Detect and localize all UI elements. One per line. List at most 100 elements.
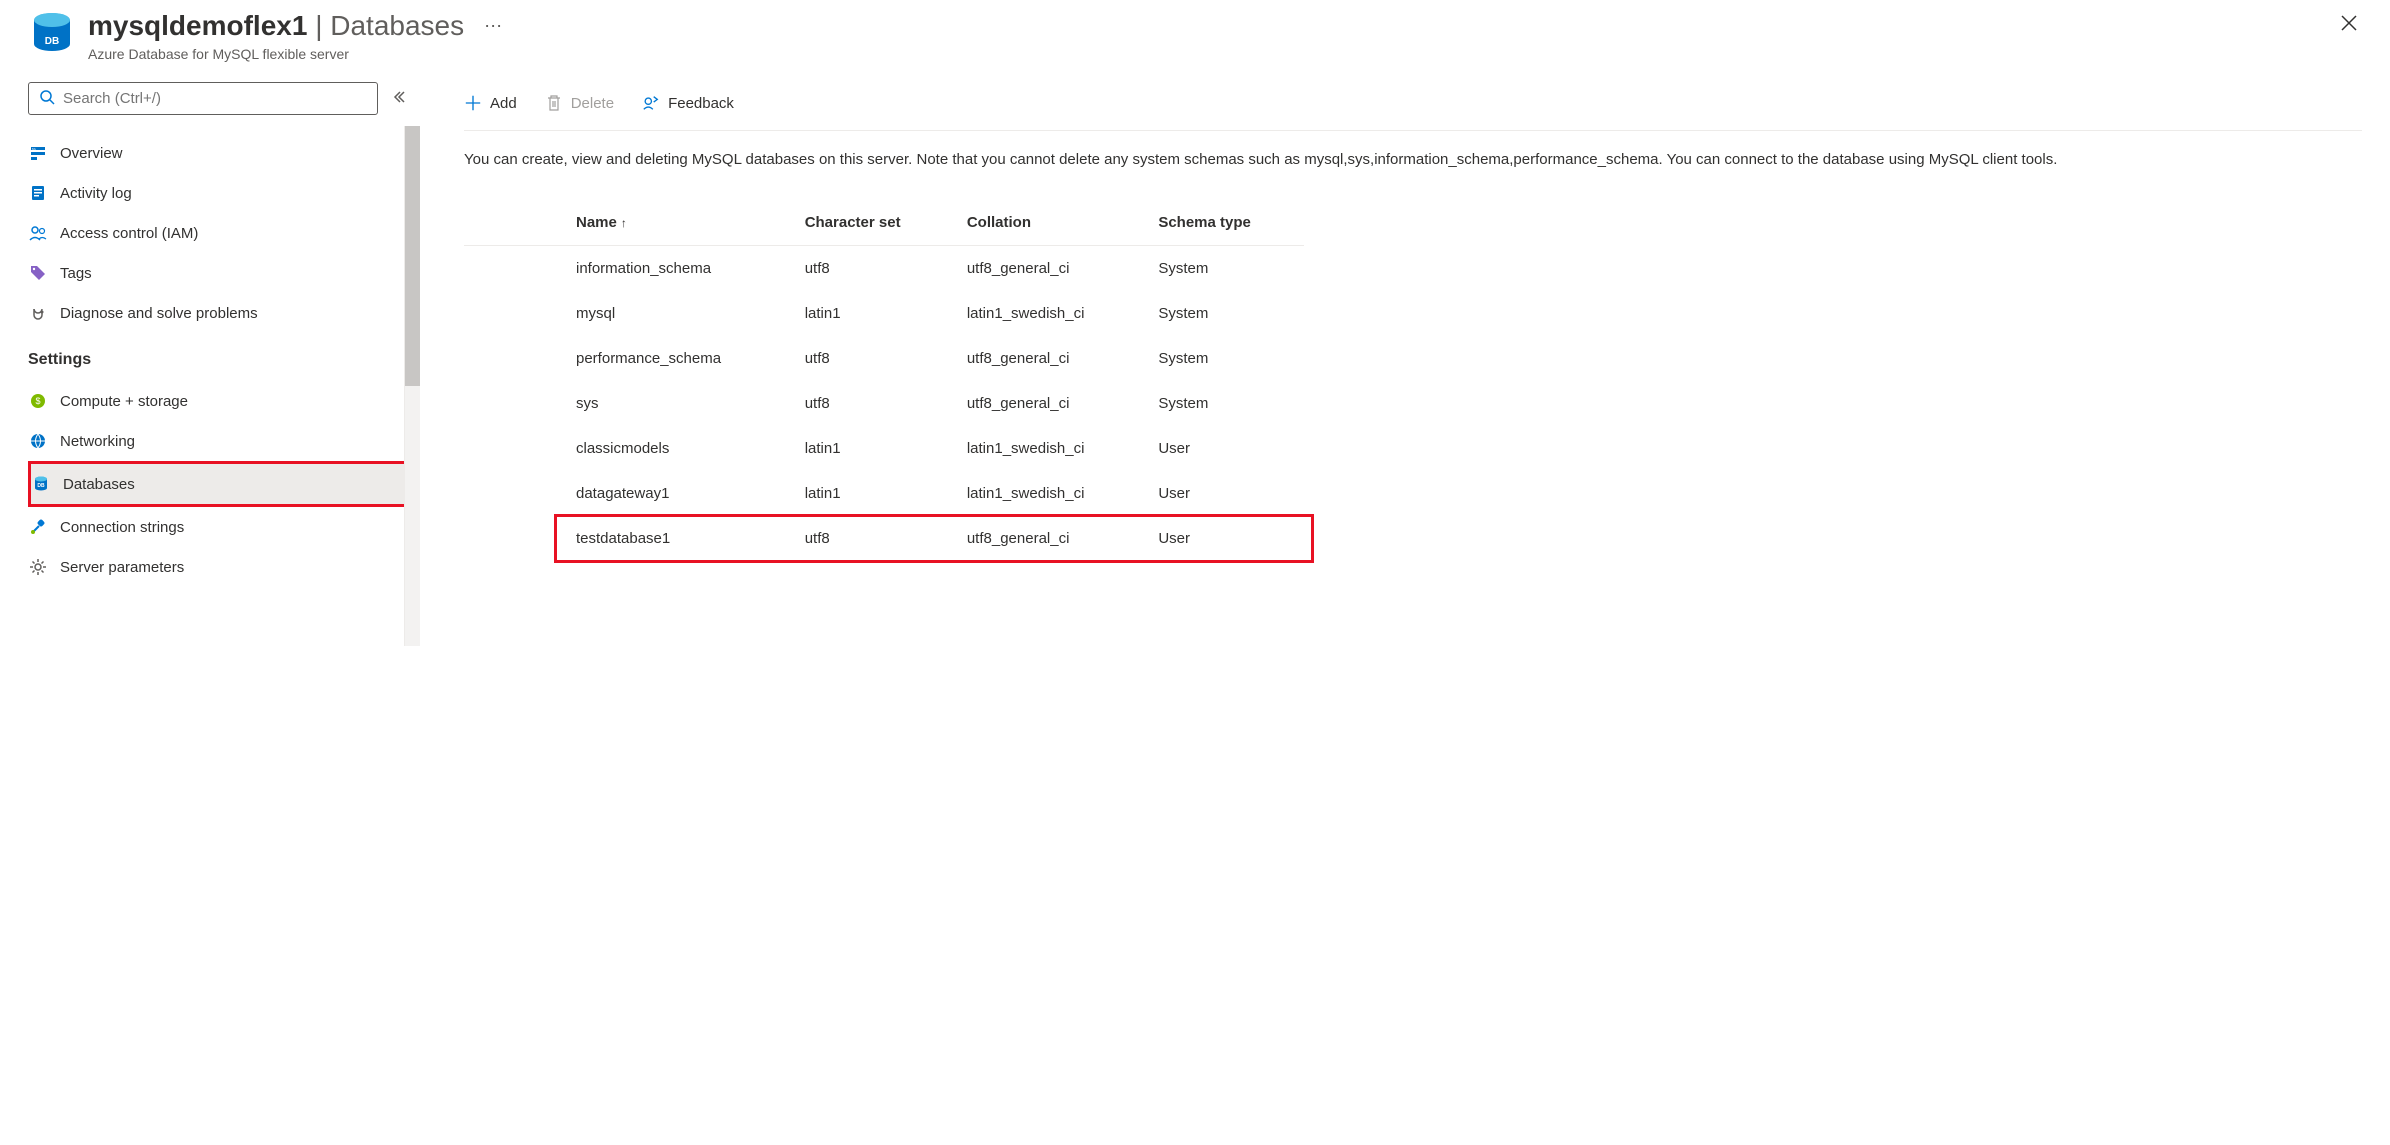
section-name: Databases [330,10,464,41]
row-checkbox-cell[interactable] [464,426,564,471]
sidebar-item-compute-storage[interactable]: $ Compute + storage [28,381,420,421]
cell-charset: utf8 [793,516,955,561]
sidebar-item-label: Databases [63,476,135,493]
cell-charset: latin1 [793,426,955,471]
cell-charset: utf8 [793,336,955,381]
cell-collation: latin1_swedish_ci [955,471,1146,516]
databases-table: Name↑Character setCollationSchema type i… [464,200,1304,561]
sidebar-item-tags[interactable]: Tags [28,253,420,293]
row-checkbox-cell[interactable] [464,516,564,561]
table-row[interactable]: information_schemautf8utf8_general_ciSys… [464,245,1304,291]
column-header-character-set[interactable]: Character set [793,200,955,246]
sidebar-scrollbar-thumb[interactable] [405,126,420,386]
sidebar: My Overview Activity log Access control (IA… [0,82,420,1145]
cell-name: performance_schema [564,336,793,381]
cell-schema_type: System [1146,245,1304,291]
cell-charset: utf8 [793,381,955,426]
cell-name: information_schema [564,245,793,291]
cell-collation: utf8_general_ci [955,336,1146,381]
sidebar-item-connection-strings[interactable]: Connection strings [28,507,420,547]
tags-icon [28,263,48,283]
search-icon [39,89,55,108]
page-header: DB mysqldemoflex1 | Databases ⋯ Azure Da… [0,0,2390,82]
cell-collation: utf8_general_ci [955,245,1146,291]
table-row[interactable]: classicmodelslatin1latin1_swedish_ciUser [464,426,1304,471]
feedback-button[interactable]: Feedback [642,94,734,112]
table-row[interactable]: testdatabase1utf8utf8_general_ciUser [464,516,1304,561]
table-row[interactable]: datagateway1latin1latin1_swedish_ciUser [464,471,1304,516]
table-row[interactable]: mysqllatin1latin1_swedish_ciSystem [464,291,1304,336]
feedback-label: Feedback [668,95,734,112]
databases-icon: DB [31,474,51,494]
cell-schema_type: System [1146,336,1304,381]
sidebar-scrollbar[interactable] [404,126,420,646]
main-content: Add Delete Feedback You can create, view… [420,82,2390,1145]
cell-schema_type: User [1146,516,1304,561]
table-row[interactable]: sysutf8utf8_general_ciSystem [464,381,1304,426]
cell-name: mysql [564,291,793,336]
sidebar-item-label: Compute + storage [60,393,188,410]
collapse-sidebar-button[interactable] [386,84,412,113]
column-select [464,200,564,246]
sidebar-item-label: Diagnose and solve problems [60,305,258,322]
table-row[interactable]: performance_schemautf8utf8_general_ciSys… [464,336,1304,381]
more-actions-icon[interactable]: ⋯ [480,16,506,37]
row-checkbox-cell[interactable] [464,381,564,426]
row-checkbox-cell[interactable] [464,291,564,336]
cell-collation: latin1_swedish_ci [955,291,1146,336]
activity-log-icon [28,183,48,203]
feedback-icon [642,94,660,112]
sidebar-item-diagnose-and-solve-problems[interactable]: Diagnose and solve problems [28,293,420,333]
cell-name: sys [564,381,793,426]
settings-section-header: Settings [28,333,420,381]
cell-collation: utf8_general_ci [955,381,1146,426]
row-checkbox-cell[interactable] [464,336,564,381]
cell-name: testdatabase1 [564,516,793,561]
cell-name: datagateway1 [564,471,793,516]
sidebar-item-label: Access control (IAM) [60,225,198,242]
connection-strings-icon [28,517,48,537]
delete-button: Delete [545,94,614,112]
cell-schema_type: User [1146,471,1304,516]
column-header-name[interactable]: Name↑ [564,200,793,246]
row-checkbox-cell[interactable] [464,245,564,291]
search-input-wrapper[interactable] [28,82,378,115]
column-header-schema-type[interactable]: Schema type [1146,200,1304,246]
close-button[interactable] [2336,10,2362,42]
plus-icon [464,94,482,112]
sidebar-item-label: Activity log [60,185,132,202]
cell-charset: latin1 [793,471,955,516]
networking-icon [28,431,48,451]
compute-storage-icon: $ [28,391,48,411]
sort-ascending-icon: ↑ [621,216,627,230]
trash-icon [545,94,563,112]
svg-text:DB: DB [37,483,45,489]
svg-text:DB: DB [45,36,59,47]
server-parameters-icon [28,557,48,577]
sidebar-item-activity-log[interactable]: Activity log [28,173,420,213]
cell-charset: latin1 [793,291,955,336]
sidebar-item-access-control-iam-[interactable]: Access control (IAM) [28,213,420,253]
cell-schema_type: User [1146,426,1304,471]
add-button[interactable]: Add [464,94,517,112]
cell-collation: utf8_general_ci [955,516,1146,561]
cell-charset: utf8 [793,245,955,291]
sidebar-item-label: Server parameters [60,559,184,576]
sidebar-item-databases[interactable]: DB Databases [28,461,420,507]
cell-schema_type: System [1146,381,1304,426]
page-title: mysqldemoflex1 | Databases [88,10,464,42]
sidebar-item-networking[interactable]: Networking [28,421,420,461]
sidebar-item-overview[interactable]: My Overview [28,133,420,173]
resource-type-label: Azure Database for MySQL flexible server [88,46,2336,62]
sidebar-item-label: Connection strings [60,519,184,536]
sidebar-item-label: Overview [60,145,123,162]
column-header-collation[interactable]: Collation [955,200,1146,246]
overview-icon: My [28,143,48,163]
sidebar-item-label: Networking [60,433,135,450]
sidebar-item-label: Tags [60,265,92,282]
search-input[interactable] [63,90,367,107]
access-control-icon [28,223,48,243]
row-checkbox-cell[interactable] [464,471,564,516]
sidebar-item-server-parameters[interactable]: Server parameters [28,547,420,587]
diagnose-icon [28,303,48,323]
